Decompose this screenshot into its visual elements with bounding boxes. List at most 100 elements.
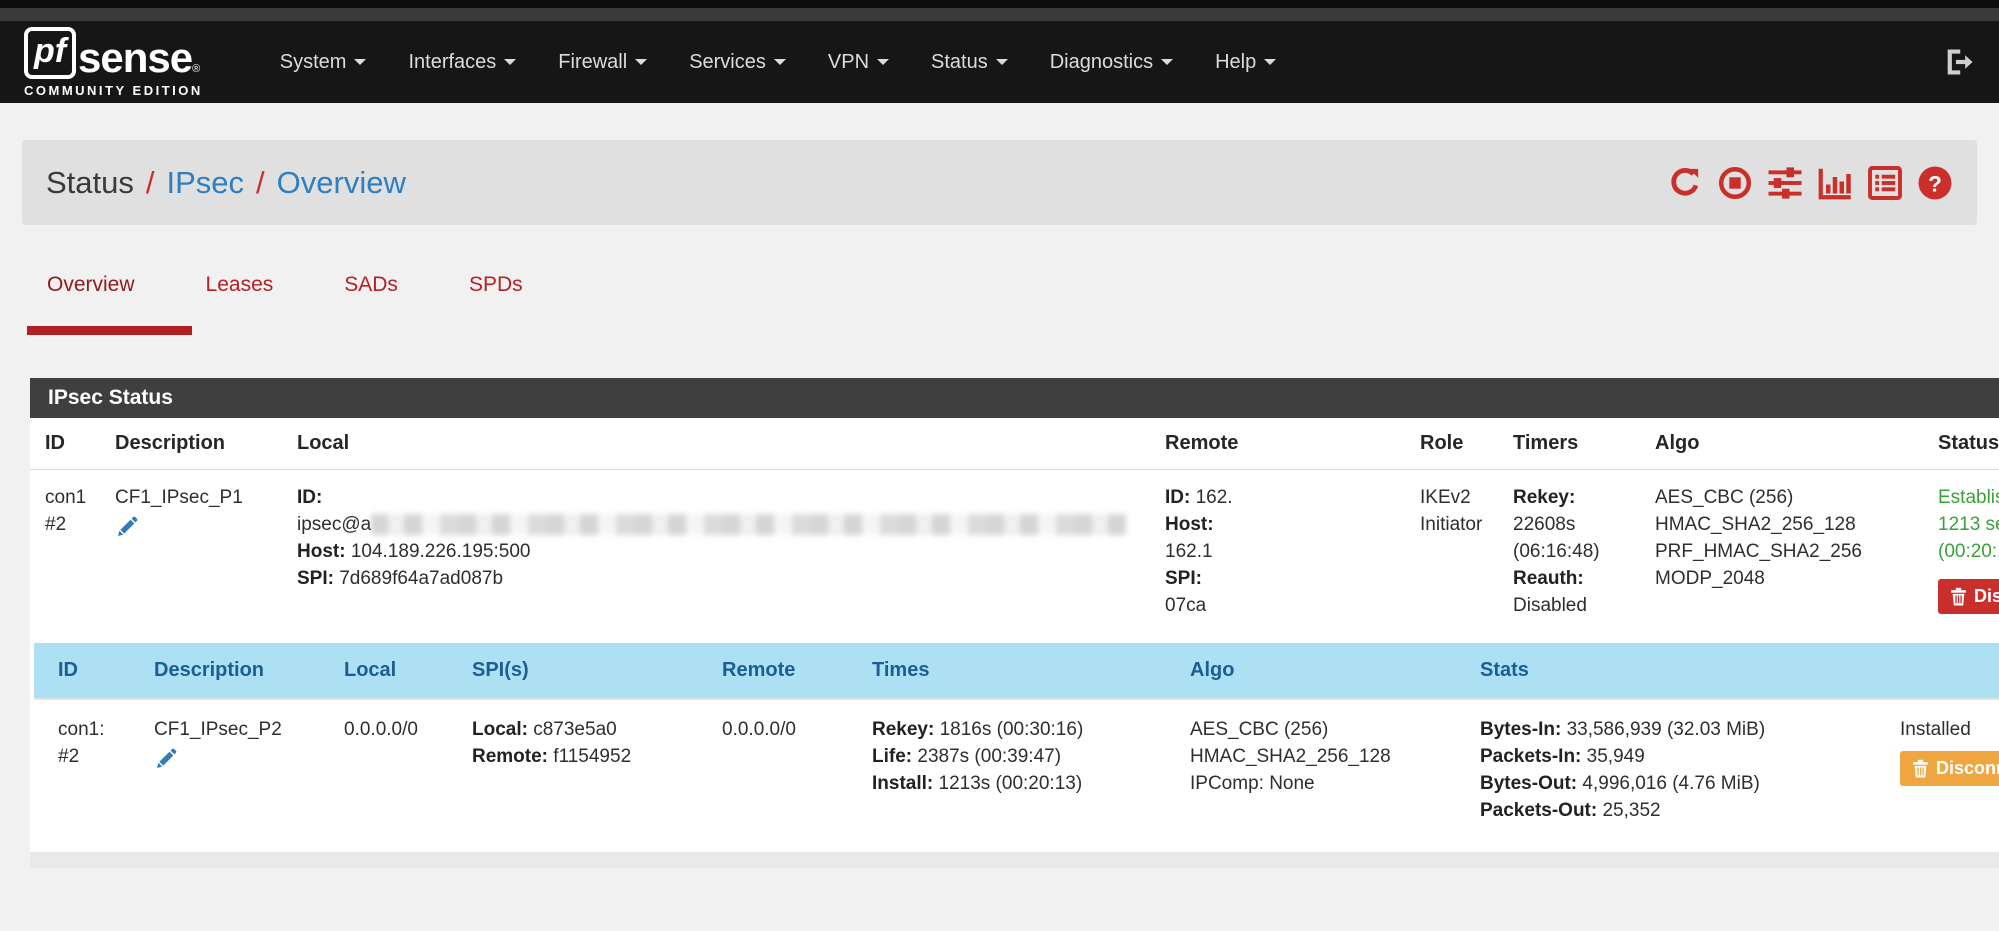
stop-icon[interactable]	[1717, 165, 1753, 201]
menu-item-firewall[interactable]: Firewall	[537, 41, 668, 84]
sign-out-icon[interactable]	[1943, 46, 1975, 78]
chevron-down-icon	[635, 59, 647, 65]
field-label: Host:	[1165, 514, 1214, 535]
local-network: 0.0.0.0/0	[344, 716, 452, 743]
community-edition-label: COMMUNITY EDITION	[24, 83, 203, 98]
pencil-icon[interactable]	[115, 515, 139, 547]
menu-label: Services	[689, 51, 766, 74]
button-label: Disconnect	[1936, 758, 1999, 779]
refresh-icon[interactable]	[1667, 165, 1703, 201]
menu-label: Status	[931, 51, 988, 74]
cell-spis: Local: c873e5a0 Remote: f1154952	[460, 699, 710, 838]
cell-description: CF1_IPsec_P1	[100, 470, 282, 634]
tunnel-description: CF1_IPsec_P2	[154, 716, 324, 743]
top-navbar: pf sense ® COMMUNITY EDITION System Inte…	[0, 21, 1999, 103]
menu-label: Firewall	[558, 51, 627, 74]
menu-item-interfaces[interactable]: Interfaces	[387, 41, 537, 84]
role-value: Initiator	[1420, 511, 1490, 538]
cell-id: con1 #2	[30, 470, 100, 634]
remote-spi-value: 07ca	[1165, 595, 1206, 616]
menu-item-status[interactable]: Status	[910, 41, 1029, 84]
menu-item-services[interactable]: Services	[668, 41, 807, 84]
disconnect-button[interactable]: Disconnect	[1938, 579, 1999, 614]
ipsec-tabs: Overview Leases SADs SPDs	[47, 273, 1999, 335]
ike-sa-header-row: ID Description Local Remote Role Timers …	[30, 418, 1999, 470]
algo-ipcomp: IPComp: None	[1190, 770, 1460, 797]
status-text: Installed	[1900, 716, 1999, 743]
page-bottom-strip	[30, 852, 1999, 868]
chevron-down-icon	[1161, 59, 1173, 65]
col-header-stats: Stats	[1468, 643, 1888, 699]
pfsense-logo[interactable]: pf sense ® COMMUNITY EDITION	[24, 27, 203, 98]
pf-logo-box: pf	[24, 27, 76, 79]
menu-item-system[interactable]: System	[259, 41, 388, 84]
list-icon[interactable]	[1867, 165, 1903, 201]
redacted-blur-block	[371, 514, 1126, 535]
breadcrumb-link-ipsec[interactable]: IPsec	[167, 165, 245, 201]
local-host-value: 104.189.226.195:500	[351, 541, 531, 562]
life-value: 2387s (00:39:47)	[917, 746, 1061, 767]
menu-label: Help	[1215, 51, 1256, 74]
algo-dh-group: MODP_2048	[1655, 565, 1915, 592]
col-header-id: ID	[34, 643, 142, 699]
col-header-description: Description	[142, 643, 332, 699]
cell-timers: Rekey: 22608s (06:16:48) Reauth: Disable…	[1498, 470, 1640, 634]
col-header-status: Status	[1923, 418, 1999, 470]
menu-label: Diagnostics	[1050, 51, 1153, 74]
pencil-icon[interactable]	[154, 747, 178, 779]
redacted-white-block	[1213, 542, 1353, 562]
pfsense-logo-text: sense	[78, 37, 192, 79]
trademark-symbol: ®	[192, 63, 200, 75]
chevron-down-icon	[996, 59, 1008, 65]
window-title-strip	[0, 8, 1999, 21]
field-label: Packets-Out:	[1480, 800, 1597, 821]
status-uptime-seconds: 1213 seconds	[1938, 511, 1999, 538]
menu-item-help[interactable]: Help	[1194, 41, 1297, 84]
cell-role: IKEv2 Initiator	[1405, 470, 1498, 634]
local-id-value: ipsec@a	[297, 514, 371, 535]
field-label: SPI:	[1165, 568, 1202, 589]
cell-algo: AES_CBC (256) HMAC_SHA2_256_128 IPComp: …	[1178, 699, 1468, 838]
bytes-in-value: 33,586,939 (32.03 MiB)	[1567, 719, 1766, 740]
field-label: Rekey:	[1513, 487, 1575, 508]
remote-network: 0.0.0.0/0	[722, 716, 852, 743]
field-label: Bytes-Out:	[1480, 773, 1577, 794]
chevron-down-icon	[504, 59, 516, 65]
rekey-value: 1816s (00:30:16)	[940, 719, 1084, 740]
tab-sads[interactable]: SADs	[344, 273, 398, 335]
install-value: 1213s (00:20:13)	[939, 773, 1083, 794]
col-header-times: Times	[860, 643, 1178, 699]
breadcrumb-link-overview[interactable]: Overview	[277, 165, 406, 201]
menu-item-diagnostics[interactable]: Diagnostics	[1029, 41, 1194, 84]
rekey-seconds: 22608s	[1513, 511, 1632, 538]
spi-remote-value: f1154952	[553, 746, 631, 767]
cell-status: Established 1213 seconds (00:20:13) Disc…	[1923, 470, 1999, 634]
status-uptime-time: (00:20:13)	[1938, 538, 1999, 565]
algo-encryption: AES_CBC (256)	[1190, 716, 1460, 743]
ipsec-status-panel: IPsec Status ID Description Local Remote…	[30, 378, 1999, 852]
sa-number: #2	[58, 743, 134, 770]
col-header-blank	[1888, 643, 1999, 699]
menu-label: System	[280, 51, 347, 74]
field-label: Host:	[297, 541, 346, 562]
col-header-description: Description	[100, 418, 282, 470]
panel-title: IPsec Status	[30, 378, 1999, 418]
reauth-value: Disabled	[1513, 592, 1632, 619]
child-sa-table: ID Description Local SPI(s) Remote Times…	[34, 643, 1999, 838]
menu-item-vpn[interactable]: VPN	[807, 41, 910, 84]
sliders-icon[interactable]	[1767, 165, 1803, 201]
tab-leases[interactable]: Leases	[206, 273, 274, 335]
redacted-white-block	[1233, 488, 1383, 508]
bytes-out-value: 4,996,016 (4.76 MiB)	[1582, 773, 1759, 794]
cell-times: Rekey: 1816s (00:30:16) Life: 2387s (00:…	[860, 699, 1178, 838]
bar-chart-icon[interactable]	[1817, 165, 1853, 201]
menu-label: VPN	[828, 51, 869, 74]
local-spi-value: 7d689f64a7ad087b	[339, 568, 503, 589]
menu-label: Interfaces	[408, 51, 496, 74]
algo-integrity: HMAC_SHA2_256_128	[1190, 743, 1460, 770]
disconnect-button[interactable]: Disconnect	[1900, 751, 1999, 786]
field-label: Reauth:	[1513, 568, 1584, 589]
active-tab-underline	[27, 326, 192, 335]
tab-spds[interactable]: SPDs	[469, 273, 523, 335]
help-icon[interactable]: ?	[1917, 165, 1953, 201]
